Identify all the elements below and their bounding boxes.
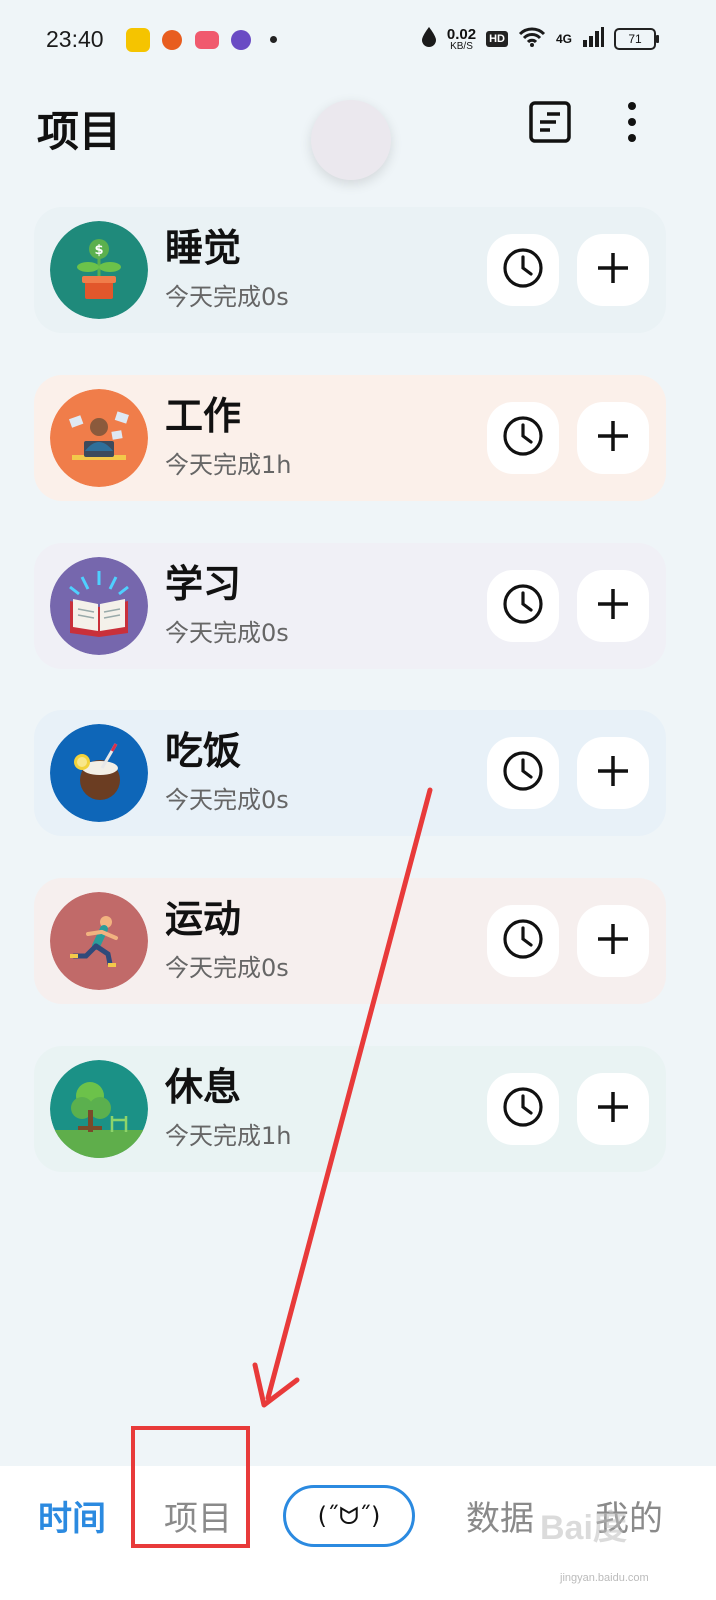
clock-icon xyxy=(502,415,544,461)
park-tree-icon xyxy=(50,1060,148,1158)
wifi-icon xyxy=(518,26,546,52)
nav-projects[interactable]: 项目 xyxy=(164,1502,232,1536)
list-button[interactable] xyxy=(526,100,574,148)
plus-icon xyxy=(596,251,630,289)
clock-icon xyxy=(502,247,544,293)
clock-icon xyxy=(502,1086,544,1132)
page-title: 项目 xyxy=(37,107,122,156)
plus-icon xyxy=(596,754,630,792)
project-name: 吃饭 xyxy=(165,729,242,773)
project-card-work[interactable]: 工作 今天完成1h xyxy=(34,375,666,501)
floating-button[interactable] xyxy=(311,100,391,180)
project-today: 今天完成1h xyxy=(165,1122,292,1150)
nav-center-button[interactable]: (˝ᗢ˝) xyxy=(283,1485,415,1547)
office-worker-icon xyxy=(50,389,148,487)
network-speed-unit: KB/S xyxy=(450,40,473,52)
list-icon xyxy=(529,101,571,147)
project-name: 睡觉 xyxy=(165,226,242,270)
plus-icon xyxy=(596,587,630,625)
signal-icon xyxy=(582,26,604,52)
add-record-button[interactable] xyxy=(577,1073,649,1145)
clock-icon xyxy=(502,750,544,796)
add-record-button[interactable] xyxy=(577,905,649,977)
nav-time[interactable]: 时间 xyxy=(38,1502,106,1536)
money-plant-icon: $ xyxy=(50,221,148,319)
bottom-nav: 时间 项目 (˝ᗢ˝) 数据 我的 xyxy=(0,1466,716,1600)
open-book-icon xyxy=(50,557,148,655)
status-bar: 23:40 0.02 KB/S HD 4G 71 xyxy=(0,0,716,84)
notification-dot xyxy=(270,36,277,43)
network-type: 4G xyxy=(555,32,572,46)
project-card-rest[interactable]: 休息 今天完成1h xyxy=(34,1046,666,1172)
project-name: 运动 xyxy=(165,897,242,941)
nav-mine[interactable]: 我的 xyxy=(595,1502,663,1536)
hd-badge: HD xyxy=(486,31,508,47)
more-button[interactable] xyxy=(608,100,656,148)
project-today: 今天完成0s xyxy=(165,954,289,982)
project-card-meal[interactable]: 吃饭 今天完成0s xyxy=(34,710,666,836)
plus-icon xyxy=(596,922,630,960)
start-timer-button[interactable] xyxy=(487,402,559,474)
game-app-icon xyxy=(195,31,219,49)
add-record-button[interactable] xyxy=(577,234,649,306)
network-speed-value: 0.02 xyxy=(446,25,477,43)
add-record-button[interactable] xyxy=(577,402,649,474)
add-record-button[interactable] xyxy=(577,570,649,642)
project-name: 学习 xyxy=(165,562,242,606)
start-timer-button[interactable] xyxy=(487,570,559,642)
drop-icon xyxy=(421,26,437,52)
plus-icon xyxy=(596,419,630,457)
project-name: 工作 xyxy=(165,394,242,438)
svg-text:$: $ xyxy=(94,243,103,258)
project-name: 休息 xyxy=(165,1065,242,1109)
start-timer-button[interactable] xyxy=(487,905,559,977)
add-record-button[interactable] xyxy=(577,737,649,809)
runner-icon xyxy=(50,892,148,990)
project-today: 今天完成0s xyxy=(165,619,289,647)
network-speed: 0.02 KB/S xyxy=(447,27,476,52)
basketball-app-icon xyxy=(162,30,182,50)
project-today: 今天完成1h xyxy=(165,451,292,479)
project-card-sleep[interactable]: $ 睡觉 今天完成0s xyxy=(34,207,666,333)
battery-icon: 71 xyxy=(614,28,659,50)
clock-icon xyxy=(502,583,544,629)
project-today: 今天完成0s xyxy=(165,283,289,311)
plus-icon xyxy=(596,1090,630,1128)
more-vertical-icon xyxy=(626,101,638,147)
status-time: 23:40 xyxy=(46,26,104,52)
coconut-drink-icon xyxy=(50,724,148,822)
project-card-sport[interactable]: 运动 今天完成0s xyxy=(34,878,666,1004)
tomcat-app-icon xyxy=(126,28,150,52)
browser-app-icon xyxy=(231,30,251,50)
status-right-group: 0.02 KB/S HD 4G 71 xyxy=(421,26,659,52)
nav-data[interactable]: 数据 xyxy=(466,1502,534,1536)
start-timer-button[interactable] xyxy=(487,1073,559,1145)
clock-icon xyxy=(502,918,544,964)
start-timer-button[interactable] xyxy=(487,737,559,809)
project-card-study[interactable]: 学习 今天完成0s xyxy=(34,543,666,669)
project-today: 今天完成0s xyxy=(165,786,289,814)
start-timer-button[interactable] xyxy=(487,234,559,306)
